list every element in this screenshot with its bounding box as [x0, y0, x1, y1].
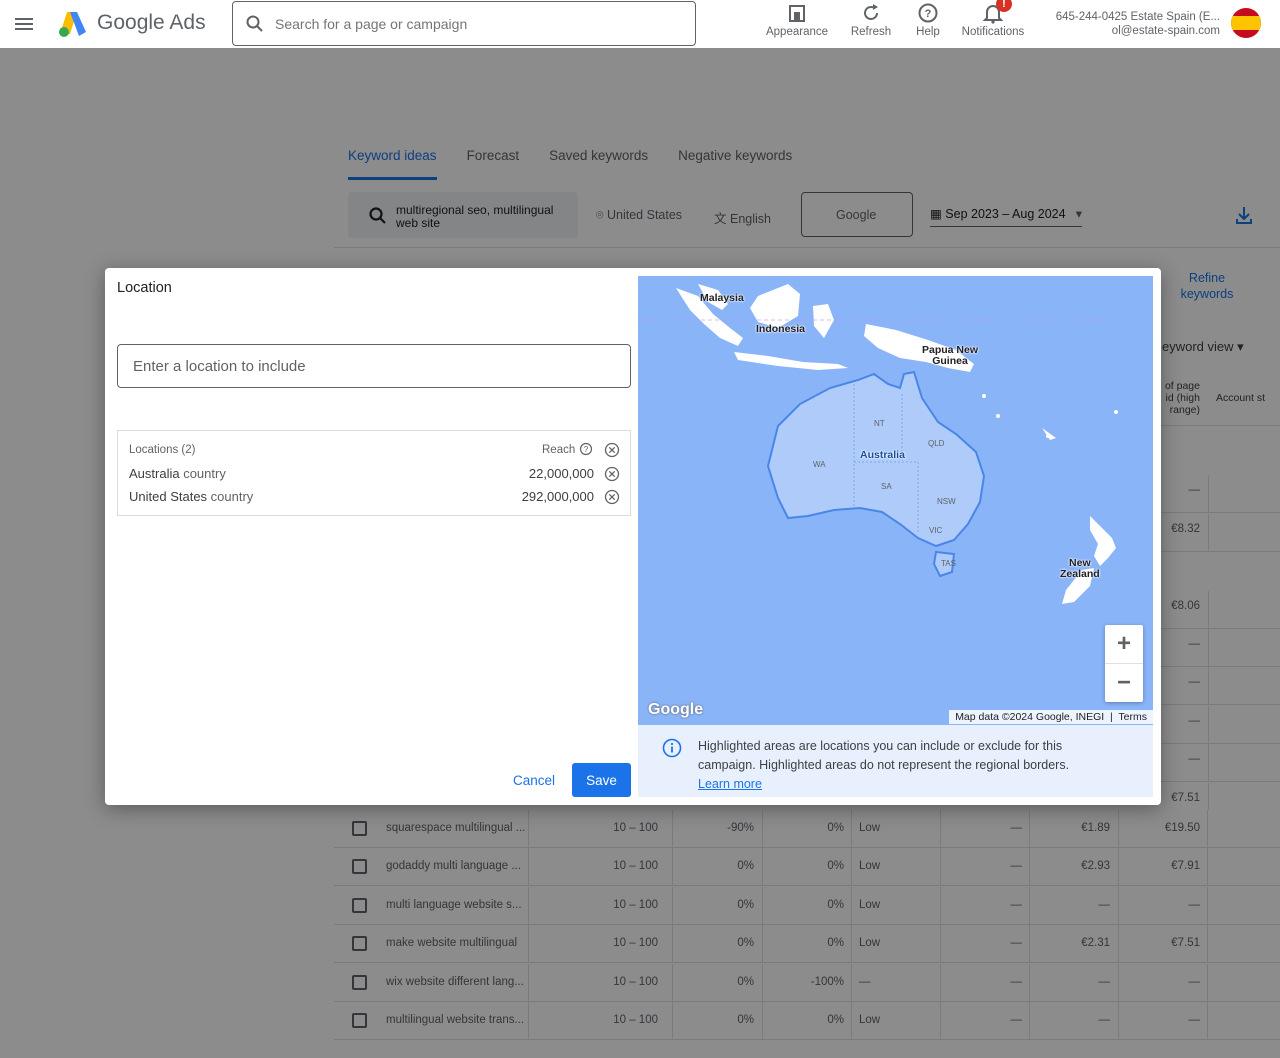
account-info[interactable]: 645-244-0425 Estate Spain (E... ol@estat…: [1056, 10, 1220, 38]
map-info-box: Highlighted areas are locations you can …: [638, 725, 1153, 797]
info-text: Highlighted areas are locations you can …: [698, 737, 1118, 794]
map-data-text: Map data ©2024 Google, INEGI: [955, 711, 1105, 723]
state-label-sa: SA: [881, 482, 892, 491]
terms-link[interactable]: Terms: [1118, 711, 1147, 723]
save-button[interactable]: Save: [572, 763, 631, 797]
reach-header: Reach: [542, 444, 576, 456]
help-icon: ?: [918, 3, 938, 23]
learn-more-link[interactable]: Learn more: [698, 777, 762, 791]
location-item-united-states: United States country: [129, 489, 253, 504]
land-borneo: [750, 284, 800, 328]
map-land-shapes: [638, 284, 1124, 604]
account-name: 645-244-0425 Estate Spain (E...: [1055, 11, 1220, 23]
location-reach: 22,000,000: [528, 466, 594, 481]
location-dialog: Location Locations (2) Reach ? Australia…: [105, 268, 1161, 805]
refresh-label: Refresh: [850, 26, 892, 38]
cancel-button[interactable]: Cancel: [501, 764, 567, 796]
png-line-2: Guinea: [932, 355, 968, 367]
dialog-title: Location: [117, 280, 172, 296]
appearance-button[interactable]: Appearance: [764, 2, 830, 38]
map-zoom-controls: + −: [1105, 625, 1143, 702]
state-label-nsw: NSW: [937, 497, 956, 506]
info-icon: [662, 738, 682, 758]
location-search-input[interactable]: [117, 344, 631, 388]
location-type: country: [183, 466, 226, 481]
nz-line-2: Zealand: [1060, 568, 1100, 580]
location-map[interactable]: Malaysia Indonesia Papua New Guinea Aust…: [638, 276, 1153, 725]
search-icon: [246, 15, 263, 32]
refresh-icon: [864, 4, 878, 20]
google-watermark: Google: [648, 701, 704, 718]
avatar[interactable]: [1231, 8, 1261, 38]
menu-icon[interactable]: [12, 12, 36, 36]
map-label-papua-new-guinea: Papua New Guinea: [922, 345, 978, 367]
map-label-indonesia: Indonesia: [756, 323, 806, 335]
refresh-button[interactable]: Refresh: [846, 2, 896, 38]
map-attribution: Map data ©2024 Google, INEGI | Terms: [949, 710, 1153, 724]
map-label-malaysia: Malaysia: [700, 292, 744, 304]
account-email: ol@estate-spain.com: [1111, 25, 1220, 37]
map-label-australia: Australia: [860, 449, 905, 461]
state-label-nt: NT: [874, 419, 885, 428]
global-search[interactable]: [232, 1, 696, 46]
location-item-australia: Australia country: [129, 466, 226, 481]
remove-location-icon[interactable]: [604, 466, 620, 482]
help-label: Help: [916, 26, 940, 38]
state-label-tas: TAS: [941, 559, 956, 568]
help-button[interactable]: ? Help: [910, 2, 946, 38]
help-icon[interactable]: ?: [579, 442, 593, 456]
selected-locations-list: Locations (2) Reach ? Australia country …: [117, 430, 631, 516]
zoom-in-button[interactable]: +: [1105, 625, 1143, 663]
location-reach: 292,000,000: [521, 489, 594, 504]
map-label-new-zealand: New Zealand: [1060, 558, 1100, 580]
locations-count: Locations (2): [129, 444, 196, 456]
state-label-vic: VIC: [929, 526, 943, 535]
state-label-qld: QLD: [928, 439, 945, 448]
remove-all-icon[interactable]: [604, 442, 620, 458]
global-search-input[interactable]: [275, 15, 675, 32]
appearance-icon: [789, 5, 805, 22]
appearance-label: Appearance: [765, 26, 829, 38]
zoom-out-button[interactable]: −: [1105, 664, 1143, 702]
top-bar: Google Ads Appearance Refresh ? Help Not…: [0, 0, 1280, 48]
svg-text:?: ?: [584, 445, 589, 454]
notifications-label: Notifications: [961, 26, 1025, 38]
land-java: [734, 352, 848, 370]
remove-location-icon[interactable]: [604, 489, 620, 505]
info-message: Highlighted areas are locations you can …: [698, 739, 1070, 772]
svg-text:?: ?: [925, 8, 932, 20]
location-type: country: [210, 489, 254, 504]
flag-band: [1231, 16, 1261, 30]
google-ads-logo-icon: [59, 12, 86, 37]
location-name: Australia: [129, 466, 180, 481]
land-sulawesi: [813, 304, 834, 338]
state-label-wa: WA: [813, 460, 826, 469]
brand-name: Google Ads: [97, 11, 206, 34]
location-name: United States: [129, 489, 208, 504]
notifications-button[interactable]: Notifications: [957, 2, 1029, 38]
